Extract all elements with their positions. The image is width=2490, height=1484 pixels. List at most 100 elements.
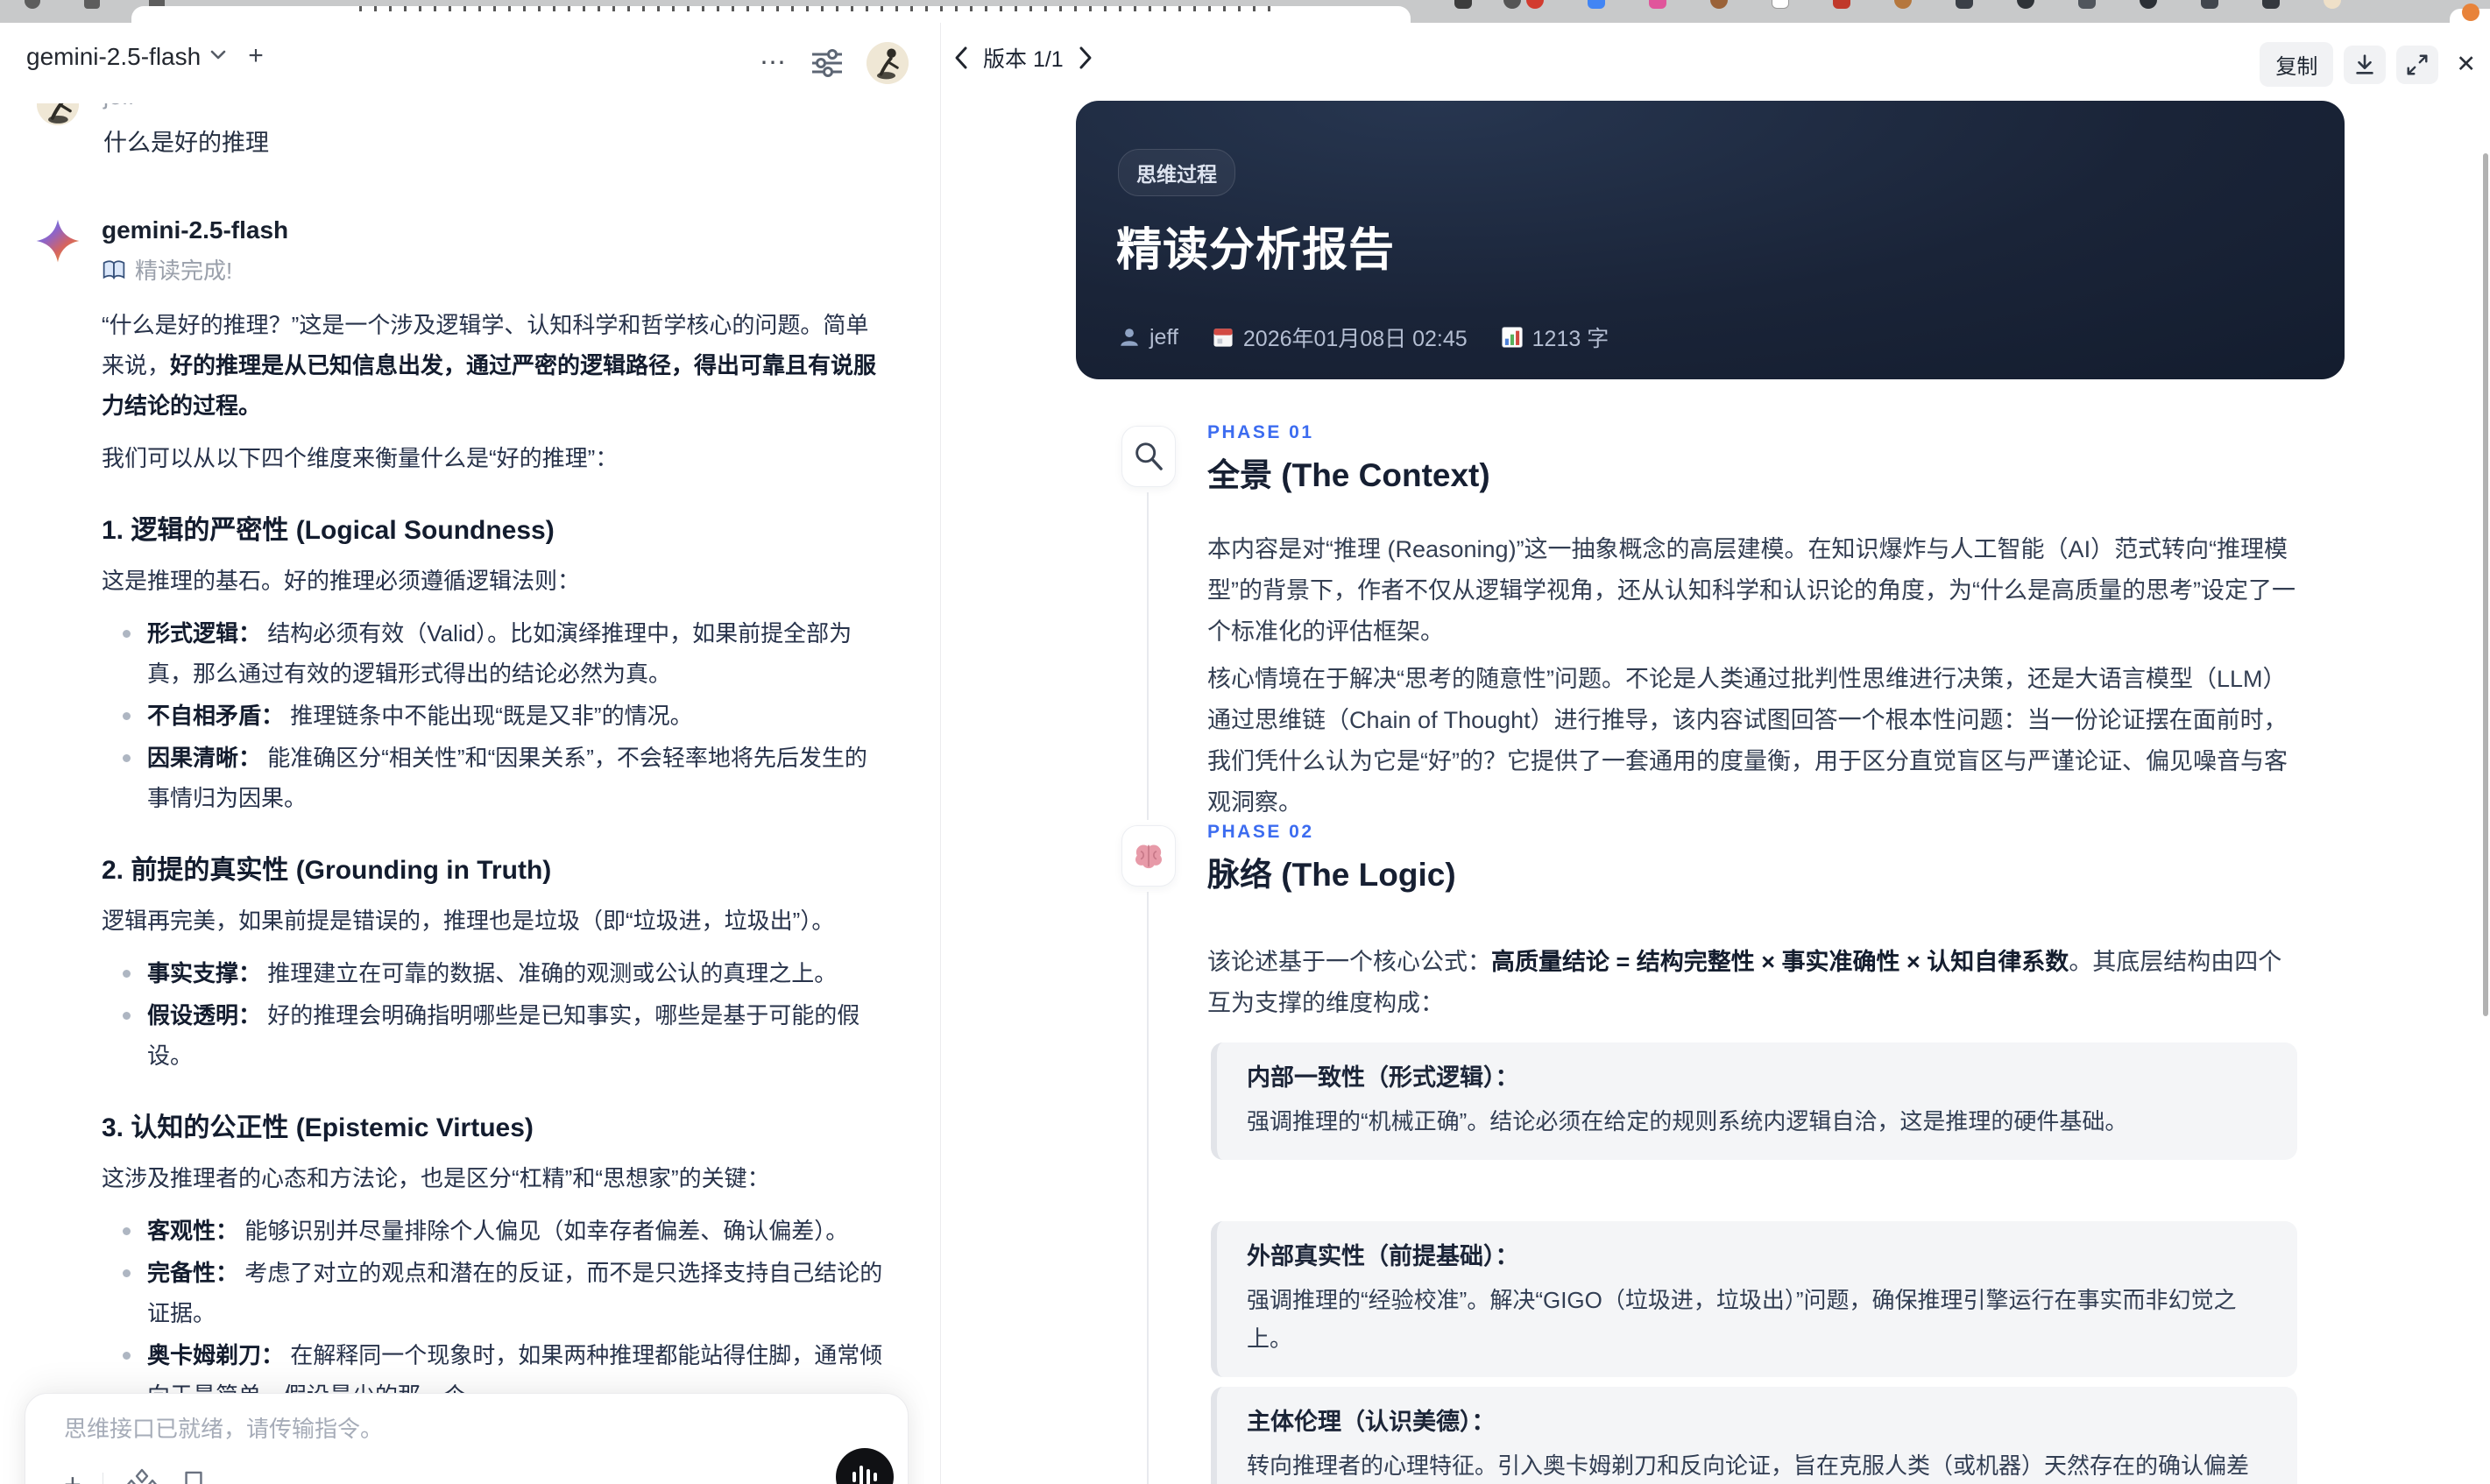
extension-icon[interactable]	[1503, 0, 1521, 9]
date-meta: 2026年01月08日 02:45	[1212, 322, 1468, 353]
expand-fullscreen-button[interactable]	[2396, 45, 2439, 84]
extension-icon[interactable]	[1710, 0, 1728, 9]
card-body: 转向推理者的心理特征。引入奥卡姆剃刀和反向论证，旨在克服人类（或机器）天然存在的…	[1247, 1452, 2250, 1479]
word-count-meta: 1213 字	[1501, 322, 1609, 353]
chevron-down-icon[interactable]	[209, 49, 227, 61]
card-title: 主体伦理（认识美德）：	[1247, 1409, 1496, 1435]
section-lead: 这涉及推理者的心态和方法论，也是区分“杠精”和“思想家”的关键：	[102, 1165, 770, 1191]
new-chat-button[interactable]: +	[248, 42, 264, 70]
browser-reload-icon[interactable]	[25, 0, 40, 9]
assistant-status: 精读完成!	[102, 253, 889, 286]
list-item: 完备性： 考虑了对立的观点和潜在的反证，而不是只选择支持自己结论的证据。	[102, 1253, 889, 1333]
report-title: 精读分析报告	[1116, 225, 1396, 276]
composer-placeholder[interactable]: 思维接口已就绪，请传输指令。	[64, 1413, 881, 1445]
status-text: 精读完成!	[135, 258, 233, 284]
chat-header: gemini-2.5-flash + ⋯	[0, 23, 940, 103]
card-title: 外部真实性（前提基础）：	[1247, 1243, 1519, 1269]
assistant-name: gemini-2.5-flash	[102, 216, 289, 244]
address-bar[interactable]	[131, 6, 1411, 23]
bookmark-icon[interactable]	[180, 1470, 207, 1484]
extension-icon[interactable]	[1894, 0, 1912, 9]
url-text-clipped	[359, 6, 1279, 11]
section-heading: 1. 逻辑的严密性 (Logical Soundness)	[102, 516, 555, 545]
more-options-icon[interactable]: ⋯	[760, 50, 788, 76]
list-item: 因果清晰： 能准确区分“相关性”和“因果关系”，不会轻率地将先后发生的事情归为因…	[102, 738, 889, 818]
message-composer[interactable]: 思维接口已就绪，请传输指令。 +	[25, 1393, 909, 1484]
report-hero-card: 思维过程 精读分析报告 jeff 2026年01月08日 02:45 1213 …	[1076, 101, 2345, 379]
user-avatar[interactable]	[867, 42, 909, 84]
card-body: 强调推理的“经验校准”。解决“GIGO（垃圾进，垃圾出）”问题，确保推理引擎运行…	[1247, 1287, 2237, 1352]
list-item: 客观性： 能够识别并尽量排除个人偏见（如幸存者偏差、确认偏差）。	[102, 1211, 889, 1251]
report-type-badge: 思维过程	[1118, 149, 1235, 196]
phase-paragraph: 本内容是对“推理 (Reasoning)”这一抽象概念的高层建模。在知识爆炸与人…	[1207, 536, 2295, 645]
extension-icon[interactable]	[1833, 0, 1850, 9]
extension-icon[interactable]	[2462, 4, 2479, 21]
extension-icon[interactable]	[2140, 0, 2157, 9]
list-item: 不自相矛盾： 推理链条中不能出现“既是又非”的情况。	[102, 696, 889, 736]
bar-chart-icon	[1501, 326, 1524, 349]
extension-icon[interactable]	[1526, 0, 1544, 9]
attach-plus-icon[interactable]: +	[64, 1470, 81, 1484]
logic-card: 主体伦理（认识美德）： 转向推理者的心理特征。引入奥卡姆剃刀和反向论证，旨在克服…	[1211, 1387, 2297, 1484]
logic-card: 外部真实性（前提基础）： 强调推理的“经验校准”。解决“GIGO（垃圾进，垃圾出…	[1211, 1221, 2297, 1377]
open-book-icon	[102, 259, 126, 280]
chevron-left-icon[interactable]	[953, 46, 969, 70]
extension-icon[interactable]	[2262, 0, 2280, 9]
calendar-icon	[1212, 326, 1234, 349]
extension-icon[interactable]	[2017, 0, 2034, 9]
screen: gemini-2.5-flash + ⋯ 什么是好的推理 gemini-2.5-…	[0, 0, 2490, 1484]
browser-toolbar	[0, 0, 2490, 23]
card-body: 强调推理的“机械正确”。结论必须在给定的规则系统内逻辑自洽，这是推理的硬件基础。	[1247, 1108, 2128, 1134]
report-actions: 复制 ✕	[2260, 42, 2483, 87]
card-title: 内部一致性（形式逻辑）：	[1247, 1064, 1519, 1091]
report-meta: jeff 2026年01月08日 02:45 1213 字	[1118, 322, 1609, 353]
phase2-icon-card	[1121, 825, 1176, 887]
browser-extensions-grid-icon[interactable]	[84, 0, 100, 9]
voice-input-button[interactable]	[836, 1448, 894, 1484]
extension-icon[interactable]	[1588, 0, 1605, 9]
skills-diamonds-icon[interactable]	[124, 1467, 159, 1484]
conversation-title[interactable]: gemini-2.5-flash	[26, 42, 201, 72]
list-item: 形式逻辑： 结构必须有效（Valid）。比如演绎推理中，如果前提全部为真，那么通…	[102, 613, 889, 694]
chat-panel: gemini-2.5-flash + ⋯ 什么是好的推理 gemini-2.5-…	[0, 23, 941, 1484]
scrollbar-thumb[interactable]	[2483, 153, 2488, 1016]
phase-heading: 脉络 (The Logic)	[1207, 857, 1456, 893]
close-panel-button[interactable]: ✕	[2449, 47, 2483, 81]
chevron-right-icon[interactable]	[1078, 46, 1093, 70]
extension-icon[interactable]	[1956, 0, 1973, 9]
magnifier-icon	[1131, 439, 1166, 474]
extension-icon[interactable]	[1649, 0, 1666, 9]
extension-icon[interactable]	[1454, 0, 1472, 9]
composer-toolbar: +	[64, 1467, 881, 1484]
phase-paragraph: 核心情境在于解决“思考的随意性”问题。不论是人类通过批判性思维进行决策，还是大语…	[1207, 666, 2288, 816]
extension-icon[interactable]	[2201, 0, 2218, 9]
person-icon	[1118, 326, 1141, 349]
phase-paragraph: 该论述基于一个核心公式：高质量结论 = 结构完整性 × 事实准确性 × 认知自律…	[1207, 949, 2282, 1016]
intro-paragraph: “什么是好的推理？”这是一个涉及逻辑学、认知科学和哲学核心的问题。简单来说，好的…	[102, 312, 877, 419]
phase-heading: 全景 (The Context)	[1207, 457, 1490, 493]
phase-label: PHASE 01	[1207, 422, 1314, 442]
profile-avatar-icon[interactable]	[2324, 0, 2341, 9]
download-button[interactable]	[2344, 45, 2387, 84]
copy-button[interactable]: 复制	[2260, 42, 2334, 87]
extension-icon[interactable]	[2078, 0, 2096, 9]
author-meta: jeff	[1118, 325, 1178, 350]
list-item: 假设透明： 好的推理会明确指明哪些是已知事实，哪些是基于可能的假设。	[102, 995, 889, 1076]
list-item: 事实支撑： 推理建立在可靠的数据、准确的观测或公认的真理之上。	[102, 953, 889, 993]
message-text: 什么是好的推理	[103, 130, 269, 156]
assistant-message: gemini-2.5-flash 精读完成! “什么是好的推理？”这是一个涉及逻…	[35, 216, 889, 1484]
model-settings-sliders-icon[interactable]	[810, 47, 844, 79]
timeline-connector	[1147, 492, 1149, 820]
version-navigator: 版本 1/1	[953, 42, 1093, 74]
section-lead: 逻辑再完美，如果前提是错误的，推理也是垃圾（即“垃圾进，垃圾出”）。	[102, 908, 835, 934]
brain-icon	[1131, 838, 1166, 873]
report-panel: 版本 1/1 复制 ✕ 思维过程 精读分析报告 jeff 2026年01月08日…	[941, 23, 2490, 1484]
report-toolbar: 版本 1/1 复制 ✕	[941, 42, 2490, 87]
extension-icon[interactable]	[1772, 0, 1789, 9]
timeline-connector	[1147, 892, 1149, 1484]
section-heading: 2. 前提的真实性 (Grounding in Truth)	[102, 856, 552, 885]
phase-label: PHASE 02	[1207, 822, 1314, 842]
gemini-star-icon	[35, 218, 81, 264]
section-lead: 这是推理的基石。好的推理必须遵循逻辑法则：	[102, 568, 581, 594]
phase1-icon-card	[1121, 426, 1176, 487]
